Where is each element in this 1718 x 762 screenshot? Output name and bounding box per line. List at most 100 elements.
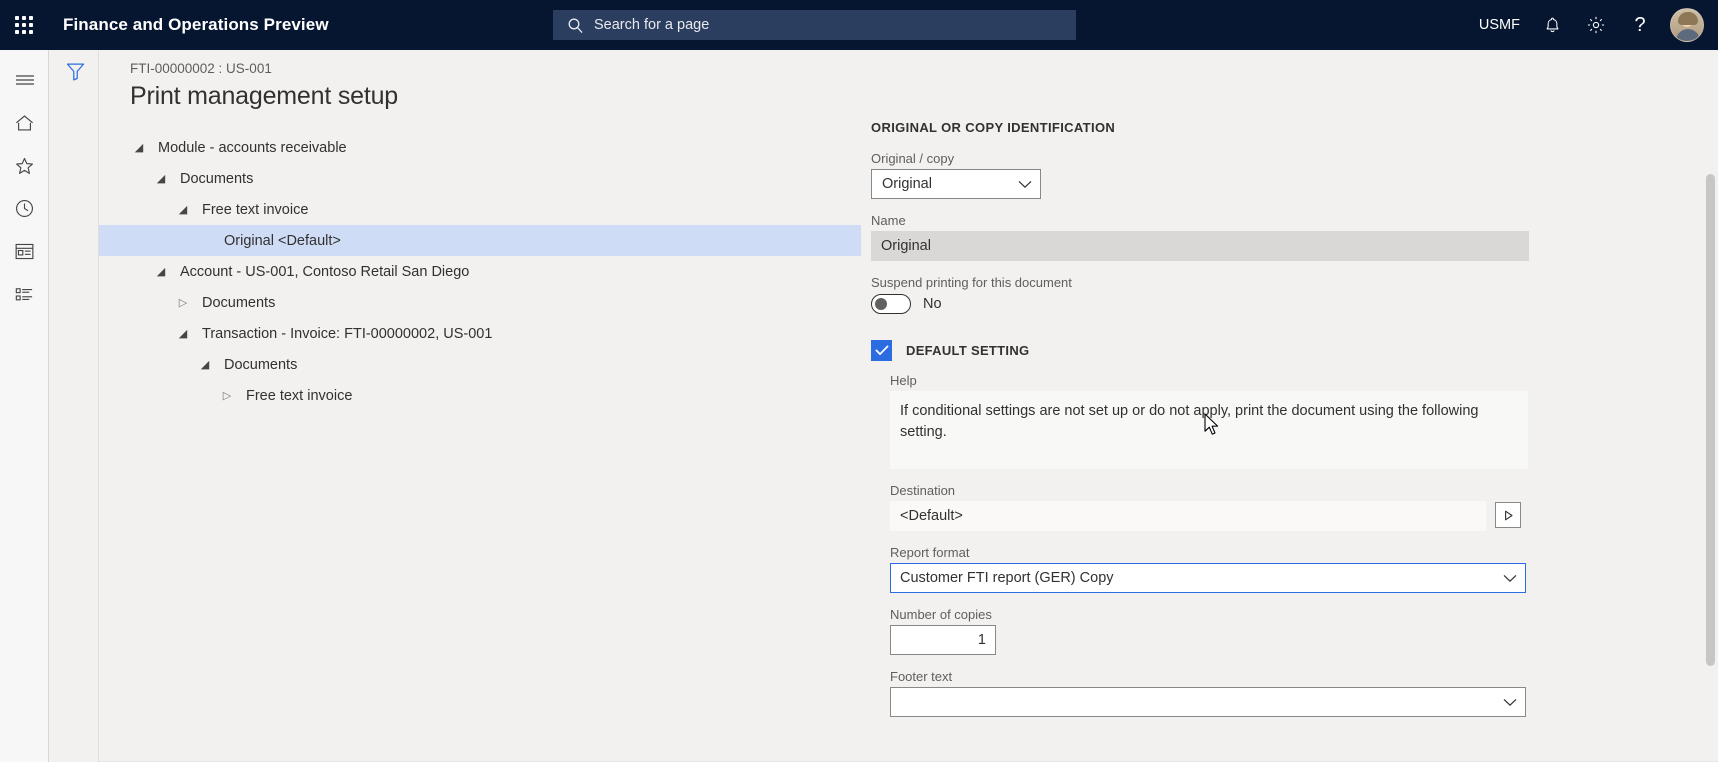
tree-node[interactable]: ▷Original <Default>: [99, 225, 861, 256]
suspend-printing-label: Suspend printing for this document: [871, 275, 1072, 290]
tree-node[interactable]: ◢ Documents: [99, 349, 861, 380]
filter-funnel-icon: [66, 63, 84, 81]
report-format-value: Customer FTI report (GER) Copy: [900, 570, 1114, 586]
filter-pane: [49, 50, 99, 762]
detail-pane: ORIGINAL OR COPY IDENTIFICATION Original…: [871, 120, 1661, 731]
chevron-down-icon: [1503, 574, 1517, 582]
original-copy-field: Original / copy Original: [871, 151, 1661, 199]
chevron-down-icon: [1503, 698, 1517, 706]
default-setting-row: DEFAULT SETTING: [871, 340, 1661, 361]
help-field: Help If conditional settings are not set…: [890, 373, 1661, 469]
tree-expand-icon[interactable]: ◢: [152, 172, 170, 185]
clock-icon: [16, 200, 33, 217]
filter-button[interactable]: [61, 57, 89, 85]
modules-list-icon: [15, 288, 33, 301]
destination-label: Destination: [890, 483, 956, 498]
suspend-printing-toggle[interactable]: [871, 294, 911, 314]
vertical-scrollbar[interactable]: [1706, 120, 1715, 730]
workspace-icon: [15, 243, 34, 260]
bell-icon: [1546, 17, 1558, 32]
help-label: Help: [890, 373, 917, 388]
home-icon: [16, 114, 33, 131]
breadcrumb: FTI-00000002 : US-001: [130, 61, 272, 76]
report-format-field: Report format Customer FTI report (GER) …: [890, 545, 1661, 593]
section-title-original-or-copy: ORIGINAL OR COPY IDENTIFICATION: [871, 120, 1116, 135]
print-destination-button[interactable]: [1495, 502, 1521, 528]
name-label: Name: [871, 213, 906, 228]
header-actions: USMF ?: [1469, 0, 1718, 50]
name-value: Original: [871, 231, 1529, 261]
tree-node-label: Free text invoice: [202, 201, 309, 218]
tree-node[interactable]: ▷ Free text invoice: [99, 380, 861, 411]
print-management-tree: ◢ Module - accounts receivable ◢ Documents ◢…: [99, 132, 861, 411]
print-preview-icon: [1504, 510, 1513, 520]
suspend-printing-value: No: [923, 296, 942, 312]
original-copy-select[interactable]: Original: [871, 169, 1041, 199]
destination-field: Destination <Default>: [890, 483, 1661, 531]
notifications-button[interactable]: [1530, 0, 1574, 50]
number-of-copies-label: Number of copies: [890, 607, 992, 622]
tree-node-label: Original <Default>: [224, 232, 341, 249]
app-header: Finance and Operations Preview Search fo…: [0, 0, 1718, 50]
footer-text-field: Footer text: [890, 669, 1661, 717]
search-placeholder: Search for a page: [594, 17, 710, 33]
question-mark-icon: ?: [1634, 13, 1646, 36]
tree-node-label: Documents: [224, 356, 298, 373]
tree-expand-icon[interactable]: ◢: [174, 203, 192, 216]
help-button[interactable]: ?: [1618, 0, 1662, 50]
tree-node[interactable]: ◢ Free text invoice: [99, 194, 861, 225]
app-title: Finance and Operations Preview: [63, 15, 329, 34]
tree-node[interactable]: ▷ Documents: [99, 287, 861, 318]
app-launcher-button[interactable]: [0, 0, 48, 50]
gear-icon: [1587, 16, 1605, 34]
tree-node-label: Transaction - Invoice: FTI-00000002, US-…: [202, 325, 493, 342]
tree-node[interactable]: ◢ Transaction - Invoice: FTI-00000002, US…: [99, 318, 861, 349]
footer-text-select[interactable]: [890, 687, 1526, 717]
report-format-label: Report format: [890, 545, 970, 560]
tree-expand-icon[interactable]: ◢: [152, 265, 170, 278]
hamburger-menu-icon: [15, 74, 34, 85]
page-content: FTI-00000002 : US-001 Print management s…: [99, 50, 1718, 762]
sidebar-item-favorites[interactable]: [0, 144, 49, 187]
search-icon: [567, 17, 584, 34]
scrollbar-thumb[interactable]: [1706, 174, 1715, 666]
expand-navigation-button[interactable]: [0, 58, 49, 101]
tree-expand-icon[interactable]: ◢: [130, 141, 148, 154]
search-input[interactable]: Search for a page: [553, 10, 1076, 40]
suspend-printing-field: Suspend printing for this document No: [871, 275, 1661, 314]
name-field: Name Original: [871, 213, 1661, 261]
chevron-down-icon: [1018, 180, 1032, 188]
tree-node-label: Module - accounts receivable: [158, 139, 347, 156]
tree-expand-icon[interactable]: ◢: [174, 327, 192, 340]
user-avatar[interactable]: [1670, 8, 1704, 42]
tree-node[interactable]: ◢ Account - US-001, Contoso Retail San Di…: [99, 256, 861, 287]
default-setting-label: DEFAULT SETTING: [906, 343, 1030, 358]
report-format-select[interactable]: Customer FTI report (GER) Copy: [890, 563, 1526, 593]
tree-node-label: Free text invoice: [246, 387, 353, 404]
tree-node-label: Documents: [202, 294, 276, 311]
sidebar-item-workspaces[interactable]: [0, 230, 49, 273]
company-selector[interactable]: USMF: [1469, 0, 1530, 50]
toggle-knob: [875, 298, 887, 310]
star-icon: [16, 157, 33, 174]
tree-collapse-icon[interactable]: ▷: [174, 296, 192, 309]
sidebar-item-home[interactable]: [0, 101, 49, 144]
tree-node[interactable]: ◢ Documents: [99, 163, 861, 194]
original-copy-value: Original: [882, 176, 932, 192]
app-launcher-icon: [15, 16, 33, 34]
tree-node[interactable]: ◢ Module - accounts receivable: [99, 132, 861, 163]
tree-node-label: Account - US-001, Contoso Retail San Die…: [180, 263, 470, 280]
settings-button[interactable]: [1574, 0, 1618, 50]
sidebar-item-recent[interactable]: [0, 187, 49, 230]
original-copy-label: Original / copy: [871, 151, 955, 166]
checkmark-icon: [875, 345, 888, 355]
tree-collapse-icon[interactable]: ▷: [218, 389, 236, 402]
destination-value[interactable]: <Default>: [890, 501, 1486, 531]
tree-expand-icon[interactable]: ◢: [196, 358, 214, 371]
default-setting-checkbox[interactable]: [871, 340, 892, 361]
number-of-copies-input[interactable]: 1: [890, 625, 996, 655]
page-title: Print management setup: [130, 82, 398, 110]
tree-node-label: Documents: [180, 170, 254, 187]
sidebar-item-modules[interactable]: [0, 273, 49, 316]
footer-text-label: Footer text: [890, 669, 953, 684]
